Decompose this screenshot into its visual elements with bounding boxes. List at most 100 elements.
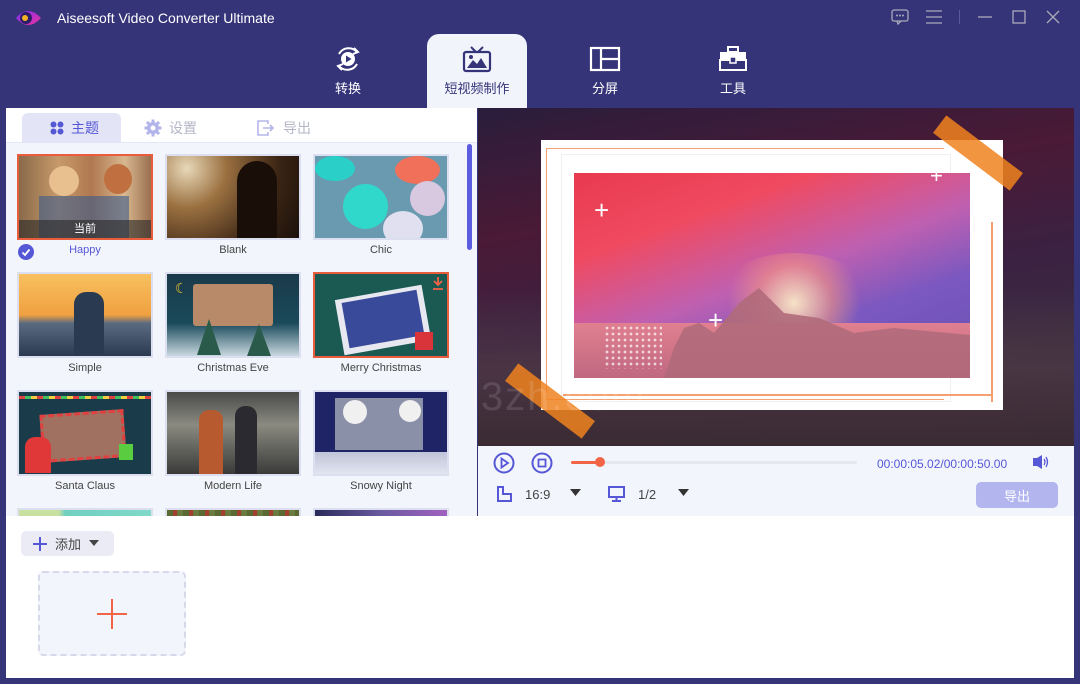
theme-name: Snowy Night xyxy=(350,480,412,492)
theme-card-modern-life[interactable]: Modern Life xyxy=(165,390,301,494)
tab-convert[interactable]: 转换 xyxy=(298,34,398,108)
plus-decoration-icon: + xyxy=(708,305,724,335)
progress-slider[interactable] xyxy=(571,457,857,467)
download-icon[interactable] xyxy=(432,276,444,290)
aspect-ratio-icon xyxy=(497,486,512,502)
toolbox-icon xyxy=(719,46,747,71)
screen-ratio-dropdown-icon[interactable] xyxy=(678,489,689,497)
minimize-icon xyxy=(978,16,992,18)
preview-image: + + + xyxy=(574,173,970,378)
media-area: 添加 xyxy=(6,516,1074,678)
plus-decoration-icon: + xyxy=(594,195,610,225)
preview-frame: + + + xyxy=(541,140,1003,410)
theme-card-partial[interactable] xyxy=(313,508,449,516)
theme-thumbnail[interactable]: 当前 xyxy=(17,154,153,240)
close-icon xyxy=(1046,10,1060,24)
export-icon xyxy=(257,120,275,136)
theme-card-merry-christmas[interactable]: Merry Christmas xyxy=(313,272,449,376)
theme-thumbnail[interactable] xyxy=(17,272,153,358)
theme-card-santa-claus[interactable]: Santa Claus xyxy=(17,390,153,494)
theme-name: Merry Christmas xyxy=(340,362,422,374)
mv-icon xyxy=(462,46,492,73)
add-button[interactable]: 添加 xyxy=(21,531,114,556)
screen-ratio-value[interactable]: 1/2 xyxy=(638,487,656,502)
player-controls: 00:00:05.02/00:00:50.00 16:9 1/2 导出 xyxy=(478,446,1074,516)
subtab-settings-label: 设置 xyxy=(169,120,197,136)
collage-icon xyxy=(589,46,621,72)
theme-thumbnail[interactable] xyxy=(165,154,301,240)
theme-card-chic[interactable]: Chic xyxy=(313,154,449,258)
plus-decoration-icon: + xyxy=(930,173,943,188)
theme-card-snowy-night[interactable]: Snowy Night xyxy=(313,390,449,494)
plus-icon xyxy=(33,536,47,551)
play-button[interactable] xyxy=(493,452,515,474)
theme-thumbnail[interactable] xyxy=(313,508,449,516)
theme-card-blank[interactable]: Blank xyxy=(165,154,301,258)
theme-thumbnail[interactable] xyxy=(313,272,449,358)
subtab-theme-label: 主题 xyxy=(71,120,99,136)
theme-card-partial[interactable] xyxy=(165,508,301,516)
theme-thumbnail[interactable] xyxy=(313,390,449,476)
tab-collage-label: 分屏 xyxy=(591,81,618,96)
app-logo-icon xyxy=(16,11,41,25)
theme-name: Santa Claus xyxy=(55,480,115,492)
tab-mv[interactable]: 短视频制作 xyxy=(427,34,527,108)
add-media-plus-icon xyxy=(97,598,127,629)
theme-thumbnail[interactable]: ☾ xyxy=(165,272,301,358)
tab-convert-label: 转换 xyxy=(334,81,361,96)
theme-scrollbar[interactable] xyxy=(467,144,472,250)
subtab-export-label: 导出 xyxy=(283,120,311,136)
export-button[interactable]: 导出 xyxy=(976,482,1058,508)
settings-icon xyxy=(144,119,162,137)
theme-name: Simple xyxy=(68,362,102,374)
progress-handle[interactable] xyxy=(594,457,605,467)
tab-toolbox[interactable]: 工具 xyxy=(683,34,783,108)
aspect-ratio-value[interactable]: 16:9 xyxy=(525,487,550,502)
volume-button[interactable] xyxy=(1032,454,1050,470)
theme-card-simple[interactable]: Simple xyxy=(17,272,153,376)
title-bar: Aiseesoft Video Converter Ultimate xyxy=(0,0,1080,36)
theme-card-happy[interactable]: 当前 Happy xyxy=(17,154,153,260)
theme-card-partial[interactable] xyxy=(17,508,153,516)
main-nav: 转换 短视频制作 分屏 工具 xyxy=(0,34,1080,108)
check-icon xyxy=(18,244,34,260)
theme-panel: 主题 设置 导出 当前 Happy Blank Chic Simple ☾ Ch… xyxy=(6,108,477,516)
menu-button[interactable] xyxy=(917,6,951,28)
screen-icon xyxy=(608,486,625,502)
theme-icon xyxy=(50,121,64,135)
feedback-button[interactable] xyxy=(883,6,917,28)
maximize-button[interactable] xyxy=(1002,6,1036,28)
feedback-icon xyxy=(891,9,909,25)
theme-name: Chic xyxy=(369,244,392,256)
theme-thumbnail[interactable] xyxy=(17,508,153,516)
watermark: i3zh.com xyxy=(470,375,647,419)
minimize-button[interactable] xyxy=(968,6,1002,28)
tab-mv-label: 短视频制作 xyxy=(444,81,510,96)
divider xyxy=(959,10,960,24)
theme-thumbnail[interactable] xyxy=(313,154,449,240)
convert-icon xyxy=(336,47,360,71)
tab-collage[interactable]: 分屏 xyxy=(555,34,655,108)
subtab-export[interactable]: 导出 xyxy=(256,113,311,143)
app-title: Aiseesoft Video Converter Ultimate xyxy=(57,10,275,26)
theme-thumbnail[interactable] xyxy=(17,390,153,476)
theme-name: Blank xyxy=(219,244,247,256)
theme-name: Modern Life xyxy=(203,480,263,492)
theme-thumbnail[interactable] xyxy=(165,508,301,516)
theme-card-christmas-eve[interactable]: ☾ Christmas Eve xyxy=(165,272,301,376)
subtab-theme[interactable]: 主题 xyxy=(22,113,121,143)
close-button[interactable] xyxy=(1036,6,1070,28)
tab-toolbox-label: 工具 xyxy=(719,81,746,96)
add-dropdown-icon[interactable] xyxy=(89,540,100,547)
add-media-dropzone[interactable] xyxy=(38,571,186,656)
subtab-settings[interactable]: 设置 xyxy=(144,113,197,143)
add-button-label: 添加 xyxy=(55,537,82,552)
maximize-icon xyxy=(1012,10,1026,24)
aspect-ratio-dropdown-icon[interactable] xyxy=(570,489,581,497)
menu-icon xyxy=(926,10,942,24)
time-display: 00:00:05.02/00:00:50.00 xyxy=(877,457,1008,471)
theme-thumbnail[interactable] xyxy=(165,390,301,476)
theme-name: Happy xyxy=(69,244,101,256)
current-badge: 当前 xyxy=(19,220,151,238)
stop-button[interactable] xyxy=(531,452,553,474)
